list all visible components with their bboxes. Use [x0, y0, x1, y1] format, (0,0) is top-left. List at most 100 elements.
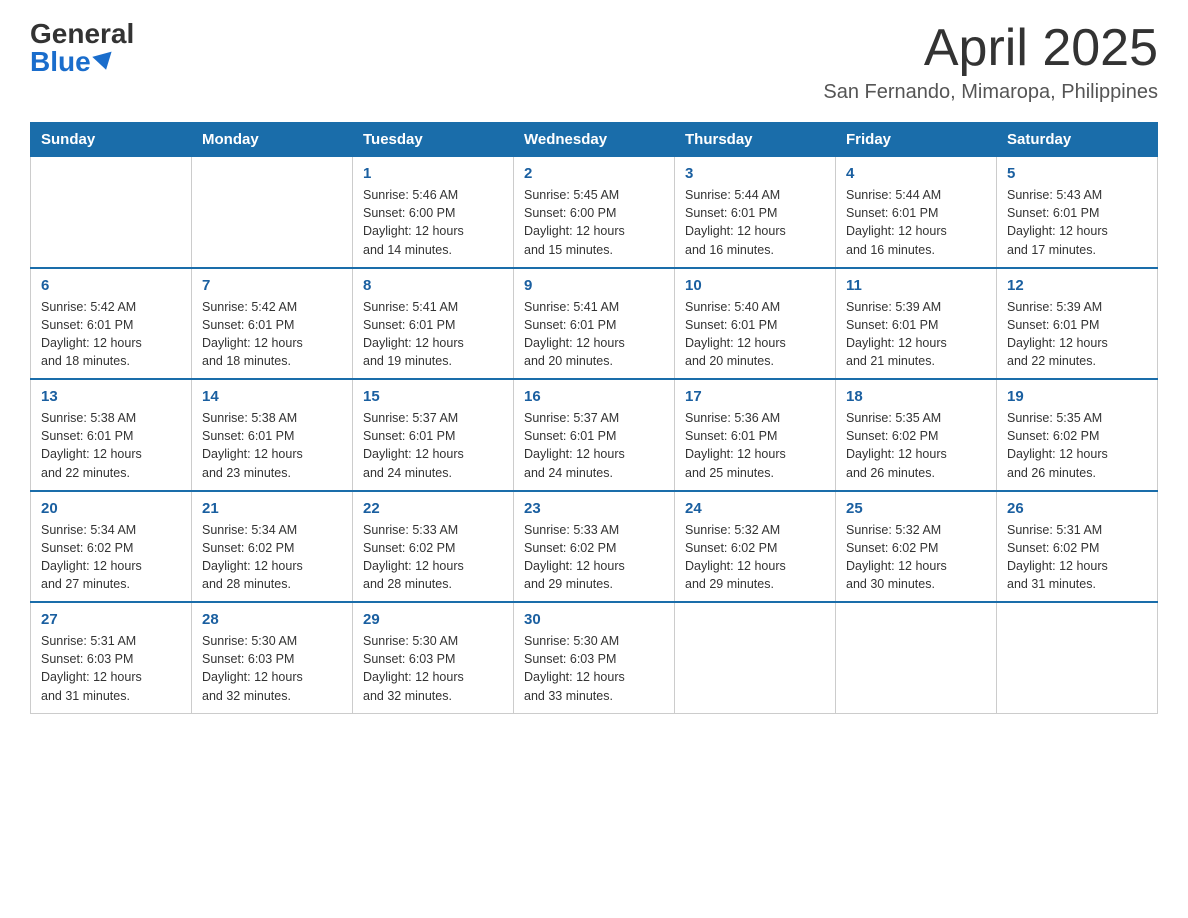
- day-info: Sunrise: 5:41 AM Sunset: 6:01 PM Dayligh…: [524, 298, 664, 371]
- day-number: 11: [846, 277, 986, 294]
- day-info: Sunrise: 5:39 AM Sunset: 6:01 PM Dayligh…: [846, 298, 986, 371]
- week-row-2: 6 Sunrise: 5:42 AM Sunset: 6:01 PM Daylig…: [31, 268, 1158, 380]
- calendar-cell: 28 Sunrise: 5:30 AM Sunset: 6:03 PM Dayli…: [192, 602, 353, 713]
- logo: General Blue: [30, 20, 134, 76]
- day-number: 3: [685, 165, 825, 182]
- day-info: Sunrise: 5:37 AM Sunset: 6:01 PM Dayligh…: [363, 409, 503, 482]
- day-info: Sunrise: 5:30 AM Sunset: 6:03 PM Dayligh…: [524, 632, 664, 705]
- day-number: 6: [41, 277, 181, 294]
- calendar-cell: [31, 157, 192, 268]
- day-number: 21: [202, 500, 342, 517]
- calendar-cell: 20 Sunrise: 5:34 AM Sunset: 6:02 PM Dayli…: [31, 491, 192, 603]
- calendar-cell: 27 Sunrise: 5:31 AM Sunset: 6:03 PM Dayli…: [31, 602, 192, 713]
- calendar-cell: 23 Sunrise: 5:33 AM Sunset: 6:02 PM Dayli…: [514, 491, 675, 603]
- weekday-header-tuesday: Tuesday: [353, 123, 514, 157]
- day-info: Sunrise: 5:41 AM Sunset: 6:01 PM Dayligh…: [363, 298, 503, 371]
- calendar-cell: 14 Sunrise: 5:38 AM Sunset: 6:01 PM Dayli…: [192, 379, 353, 491]
- day-number: 13: [41, 388, 181, 405]
- calendar-cell: 12Sunrise: 5:39 AM Sunset: 6:01 PM Dayli…: [997, 268, 1158, 380]
- day-info: Sunrise: 5:39 AM Sunset: 6:01 PM Dayligh…: [1007, 298, 1147, 371]
- day-number: 16: [524, 388, 664, 405]
- day-number: 1: [363, 165, 503, 182]
- day-info: Sunrise: 5:30 AM Sunset: 6:03 PM Dayligh…: [202, 632, 342, 705]
- day-info: Sunrise: 5:42 AM Sunset: 6:01 PM Dayligh…: [202, 298, 342, 371]
- weekday-header-row: SundayMondayTuesdayWednesdayThursdayFrid…: [31, 123, 1158, 157]
- day-info: Sunrise: 5:35 AM Sunset: 6:02 PM Dayligh…: [846, 409, 986, 482]
- weekday-header-friday: Friday: [836, 123, 997, 157]
- calendar-cell: 6 Sunrise: 5:42 AM Sunset: 6:01 PM Daylig…: [31, 268, 192, 380]
- weekday-header-monday: Monday: [192, 123, 353, 157]
- calendar-cell: 11 Sunrise: 5:39 AM Sunset: 6:01 PM Dayli…: [836, 268, 997, 380]
- day-number: 27: [41, 611, 181, 628]
- calendar-cell: 18 Sunrise: 5:35 AM Sunset: 6:02 PM Dayli…: [836, 379, 997, 491]
- day-number: 9: [524, 277, 664, 294]
- calendar-cell: 3 Sunrise: 5:44 AM Sunset: 6:01 PM Daylig…: [675, 157, 836, 268]
- calendar-cell: 16 Sunrise: 5:37 AM Sunset: 6:01 PM Dayli…: [514, 379, 675, 491]
- title-block: April 2025 San Fernando, Mimaropa, Phili…: [823, 20, 1158, 104]
- day-info: Sunrise: 5:34 AM Sunset: 6:02 PM Dayligh…: [41, 521, 181, 594]
- week-row-4: 20 Sunrise: 5:34 AM Sunset: 6:02 PM Dayli…: [31, 491, 1158, 603]
- calendar-cell: [836, 602, 997, 713]
- day-number: 23: [524, 500, 664, 517]
- day-number: 26: [1007, 500, 1147, 517]
- day-info: Sunrise: 5:43 AM Sunset: 6:01 PM Dayligh…: [1007, 186, 1147, 259]
- calendar-cell: 13 Sunrise: 5:38 AM Sunset: 6:01 PM Dayli…: [31, 379, 192, 491]
- logo-blue-text: Blue: [30, 48, 114, 76]
- calendar-cell: 7 Sunrise: 5:42 AM Sunset: 6:01 PM Daylig…: [192, 268, 353, 380]
- calendar-cell: 4Sunrise: 5:44 AM Sunset: 6:01 PM Daylig…: [836, 157, 997, 268]
- weekday-header-wednesday: Wednesday: [514, 123, 675, 157]
- calendar-cell: [997, 602, 1158, 713]
- calendar-cell: 21 Sunrise: 5:34 AM Sunset: 6:02 PM Dayli…: [192, 491, 353, 603]
- logo-general-text: General: [30, 20, 134, 48]
- day-number: 17: [685, 388, 825, 405]
- calendar-cell: 8 Sunrise: 5:41 AM Sunset: 6:01 PM Daylig…: [353, 268, 514, 380]
- week-row-3: 13 Sunrise: 5:38 AM Sunset: 6:01 PM Dayli…: [31, 379, 1158, 491]
- calendar-cell: 22 Sunrise: 5:33 AM Sunset: 6:02 PM Dayli…: [353, 491, 514, 603]
- calendar-cell: [192, 157, 353, 268]
- page-header: General Blue April 2025 San Fernando, Mi…: [30, 20, 1158, 104]
- day-info: Sunrise: 5:32 AM Sunset: 6:02 PM Dayligh…: [685, 521, 825, 594]
- calendar-cell: 25 Sunrise: 5:32 AM Sunset: 6:02 PM Dayli…: [836, 491, 997, 603]
- day-number: 8: [363, 277, 503, 294]
- day-info: Sunrise: 5:31 AM Sunset: 6:02 PM Dayligh…: [1007, 521, 1147, 594]
- day-number: 14: [202, 388, 342, 405]
- calendar-cell: 10 Sunrise: 5:40 AM Sunset: 6:01 PM Dayli…: [675, 268, 836, 380]
- calendar-cell: [675, 602, 836, 713]
- day-info: Sunrise: 5:33 AM Sunset: 6:02 PM Dayligh…: [524, 521, 664, 594]
- day-info: Sunrise: 5:44 AM Sunset: 6:01 PM Dayligh…: [685, 186, 825, 259]
- calendar-cell: 15Sunrise: 5:37 AM Sunset: 6:01 PM Dayli…: [353, 379, 514, 491]
- week-row-5: 27 Sunrise: 5:31 AM Sunset: 6:03 PM Dayli…: [31, 602, 1158, 713]
- day-number: 2: [524, 165, 664, 182]
- day-info: Sunrise: 5:32 AM Sunset: 6:02 PM Dayligh…: [846, 521, 986, 594]
- day-number: 18: [846, 388, 986, 405]
- day-number: 22: [363, 500, 503, 517]
- day-info: Sunrise: 5:36 AM Sunset: 6:01 PM Dayligh…: [685, 409, 825, 482]
- day-info: Sunrise: 5:35 AM Sunset: 6:02 PM Dayligh…: [1007, 409, 1147, 482]
- calendar-cell: 19 Sunrise: 5:35 AM Sunset: 6:02 PM Dayli…: [997, 379, 1158, 491]
- day-number: 30: [524, 611, 664, 628]
- calendar-cell: 1Sunrise: 5:46 AM Sunset: 6:00 PM Daylig…: [353, 157, 514, 268]
- day-info: Sunrise: 5:37 AM Sunset: 6:01 PM Dayligh…: [524, 409, 664, 482]
- day-number: 28: [202, 611, 342, 628]
- calendar-table: SundayMondayTuesdayWednesdayThursdayFrid…: [30, 122, 1158, 714]
- weekday-header-sunday: Sunday: [31, 123, 192, 157]
- day-info: Sunrise: 5:40 AM Sunset: 6:01 PM Dayligh…: [685, 298, 825, 371]
- day-number: 4: [846, 165, 986, 182]
- day-info: Sunrise: 5:38 AM Sunset: 6:01 PM Dayligh…: [41, 409, 181, 482]
- location-subtitle: San Fernando, Mimaropa, Philippines: [823, 81, 1158, 104]
- day-number: 20: [41, 500, 181, 517]
- day-info: Sunrise: 5:42 AM Sunset: 6:01 PM Dayligh…: [41, 298, 181, 371]
- day-number: 7: [202, 277, 342, 294]
- calendar-cell: 17 Sunrise: 5:36 AM Sunset: 6:01 PM Dayli…: [675, 379, 836, 491]
- day-info: Sunrise: 5:31 AM Sunset: 6:03 PM Dayligh…: [41, 632, 181, 705]
- day-info: Sunrise: 5:33 AM Sunset: 6:02 PM Dayligh…: [363, 521, 503, 594]
- day-info: Sunrise: 5:34 AM Sunset: 6:02 PM Dayligh…: [202, 521, 342, 594]
- week-row-1: 1Sunrise: 5:46 AM Sunset: 6:00 PM Daylig…: [31, 157, 1158, 268]
- day-number: 5: [1007, 165, 1147, 182]
- day-number: 10: [685, 277, 825, 294]
- calendar-cell: 26 Sunrise: 5:31 AM Sunset: 6:02 PM Dayli…: [997, 491, 1158, 603]
- day-number: 19: [1007, 388, 1147, 405]
- day-number: 25: [846, 500, 986, 517]
- day-info: Sunrise: 5:38 AM Sunset: 6:01 PM Dayligh…: [202, 409, 342, 482]
- calendar-cell: 29Sunrise: 5:30 AM Sunset: 6:03 PM Dayli…: [353, 602, 514, 713]
